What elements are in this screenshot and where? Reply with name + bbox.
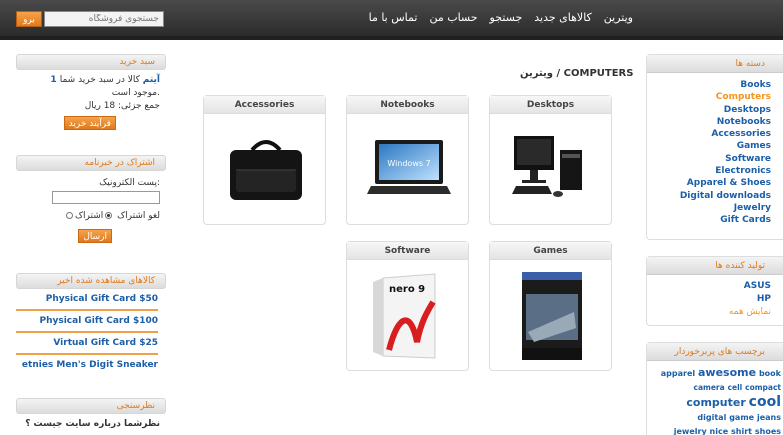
popular-tags-title: برچسب های پربرخوردار bbox=[647, 343, 783, 361]
subscribe-options: لغو اشتراک اشتراک bbox=[16, 211, 166, 221]
tag-link[interactable]: compact bbox=[745, 383, 781, 392]
product-title[interactable]: Desktops bbox=[490, 96, 611, 114]
subscribe-radio[interactable] bbox=[105, 212, 113, 219]
tag-link[interactable]: jewelry bbox=[674, 427, 707, 435]
need-for-speed-shift-box-icon[interactable] bbox=[508, 272, 596, 360]
top-nav: ویترین کالاهای جدید جستجو حساب من تماس ب… bbox=[369, 11, 633, 24]
nav-home[interactable]: ویترین bbox=[604, 11, 633, 24]
tag-link[interactable]: awesome bbox=[698, 366, 756, 379]
svg-text:nero 9: nero 9 bbox=[389, 284, 425, 295]
category-item[interactable]: Apparel & Shoes bbox=[647, 177, 771, 189]
search-box: برو bbox=[16, 11, 164, 27]
category-item[interactable]: Software bbox=[647, 153, 771, 165]
category-item[interactable]: Accessories bbox=[647, 128, 771, 140]
tag-link[interactable]: apparel bbox=[661, 369, 695, 378]
product-card-desktops[interactable]: Desktops bbox=[489, 95, 612, 225]
newsletter-submit-button[interactable]: ارسال bbox=[78, 229, 112, 243]
subscribe-label: اشتراک bbox=[74, 211, 104, 221]
tag-cloud: apparel awesome book camera cell compact… bbox=[647, 361, 783, 435]
product-title[interactable]: Notebooks bbox=[347, 96, 468, 114]
tag-link[interactable]: digital bbox=[697, 413, 726, 422]
category-item[interactable]: Digital downloads bbox=[647, 190, 771, 202]
cart-block: سبد خرید 1 آیتم کالا در سبد خرید شما موج… bbox=[16, 54, 166, 130]
desktop-computer-icon[interactable] bbox=[508, 126, 596, 214]
product-card-games[interactable]: Games bbox=[489, 241, 612, 371]
email-field[interactable] bbox=[52, 191, 160, 204]
recent-item[interactable]: Virtual Gift Card $25 bbox=[16, 333, 158, 355]
recently-viewed-block: کالاهای مشاهده شده اخیر Physical Gift Ca… bbox=[16, 273, 166, 375]
category-list: Books Computers Desktops Notebooks Acces… bbox=[647, 73, 783, 227]
recently-viewed-list: Physical Gift Card $50 Physical Gift Car… bbox=[16, 289, 166, 375]
nav-new-products[interactable]: کالاهای جدید bbox=[534, 11, 592, 24]
product-card-notebooks[interactable]: Notebooks Windows 7 bbox=[346, 95, 469, 225]
newsletter-title: اشتراک در خبرنامه bbox=[16, 155, 166, 171]
recent-item[interactable]: Physical Gift Card $50 bbox=[16, 289, 158, 311]
view-all-manufacturers-link[interactable]: نمایش همه bbox=[647, 306, 771, 319]
category-item[interactable]: Books bbox=[647, 79, 771, 91]
tag-link[interactable]: nice bbox=[710, 427, 729, 435]
recently-viewed-title: کالاهای مشاهده شده اخیر bbox=[16, 273, 166, 289]
category-item[interactable]: Notebooks bbox=[647, 116, 771, 128]
nav-search[interactable]: جستجو bbox=[490, 11, 523, 24]
nav-contact-us[interactable]: تماس با ما bbox=[369, 11, 418, 24]
cart-summary: 1 آیتم کالا در سبد خرید شما موجود است. ج… bbox=[16, 74, 166, 113]
email-label: پست الکترونیک: bbox=[99, 178, 160, 188]
category-item-active[interactable]: Computers bbox=[647, 91, 771, 103]
tag-link[interactable]: shoes bbox=[755, 427, 781, 435]
checkout-button[interactable]: فرآیند خرید bbox=[63, 116, 116, 130]
poll-question: نظرشما درباره سایت جیست ؟ bbox=[25, 419, 160, 429]
nero9-box-icon[interactable]: nero 9 bbox=[365, 272, 453, 360]
tag-link[interactable]: shirt bbox=[731, 427, 752, 435]
category-item[interactable]: Desktops bbox=[647, 104, 771, 116]
category-item[interactable]: Jewelry bbox=[647, 202, 771, 214]
laptop-bag-icon[interactable] bbox=[222, 126, 310, 214]
product-title[interactable]: Software bbox=[347, 242, 468, 260]
tag-link[interactable]: camera bbox=[694, 383, 725, 392]
cart-line1: کالا در سبد خرید شما bbox=[59, 75, 140, 85]
newsletter-block: اشتراک در خبرنامه پست الکترونیک: لغو اشت… bbox=[16, 155, 166, 243]
nav-my-account[interactable]: حساب من bbox=[429, 11, 477, 24]
search-button[interactable]: برو bbox=[16, 11, 42, 27]
tag-link[interactable]: book bbox=[759, 369, 781, 378]
tag-link[interactable]: game bbox=[729, 413, 754, 422]
product-title[interactable]: Accessories bbox=[204, 96, 325, 114]
category-item[interactable]: Gift Cards bbox=[647, 214, 771, 226]
recent-item[interactable]: etnies Men's Digit Sneaker bbox=[16, 355, 158, 375]
categories-title: دسته ها bbox=[647, 55, 783, 73]
category-item[interactable]: Games bbox=[647, 140, 771, 152]
search-input[interactable] bbox=[44, 11, 164, 27]
svg-text:Windows 7: Windows 7 bbox=[387, 159, 430, 168]
cart-title: سبد خرید bbox=[16, 54, 166, 70]
cart-line2: موجود است. bbox=[111, 88, 160, 98]
product-title[interactable]: Games bbox=[490, 242, 611, 260]
product-card-accessories[interactable]: Accessories bbox=[203, 95, 326, 225]
manufacturer-item[interactable]: ASUS bbox=[647, 280, 771, 293]
tag-link[interactable]: cool bbox=[749, 394, 781, 410]
product-card-software[interactable]: Software nero 9 bbox=[346, 241, 469, 371]
manufacturer-list: ASUS HP نمایش همه bbox=[647, 275, 783, 319]
tag-link[interactable]: cell bbox=[728, 383, 743, 392]
manufacturer-item[interactable]: HP bbox=[647, 293, 771, 306]
poll-block: نظرسنجی نظرشما درباره سایت جیست ؟ bbox=[16, 398, 166, 429]
category-item[interactable]: Electronics bbox=[647, 165, 771, 177]
manufacturers-block: تولید کننده ها ASUS HP نمایش همه bbox=[646, 256, 783, 326]
cart-total: جمع جزئی: 18 ریال bbox=[84, 101, 160, 111]
recent-item[interactable]: Physical Gift Card $100 bbox=[16, 311, 158, 333]
categories-block: دسته ها Books Computers Desktops Noteboo… bbox=[646, 54, 783, 240]
header-bar: برو ویترین کالاهای جدید جستجو حساب من تم… bbox=[0, 0, 783, 40]
unsubscribe-label: لغو اشتراک bbox=[117, 211, 160, 221]
windows7-laptop-icon[interactable]: Windows 7 bbox=[365, 126, 453, 214]
tag-link[interactable]: computer bbox=[686, 396, 745, 409]
manufacturers-title: تولید کننده ها bbox=[647, 257, 783, 275]
tag-link[interactable]: jeans bbox=[757, 413, 781, 422]
breadcrumb: ویترین / COMPUTERS bbox=[520, 68, 634, 79]
popular-tags-block: برچسب های پربرخوردار apparel awesome boo… bbox=[646, 342, 783, 435]
unsubscribe-radio[interactable] bbox=[65, 212, 73, 219]
poll-title: نظرسنجی bbox=[16, 398, 166, 414]
